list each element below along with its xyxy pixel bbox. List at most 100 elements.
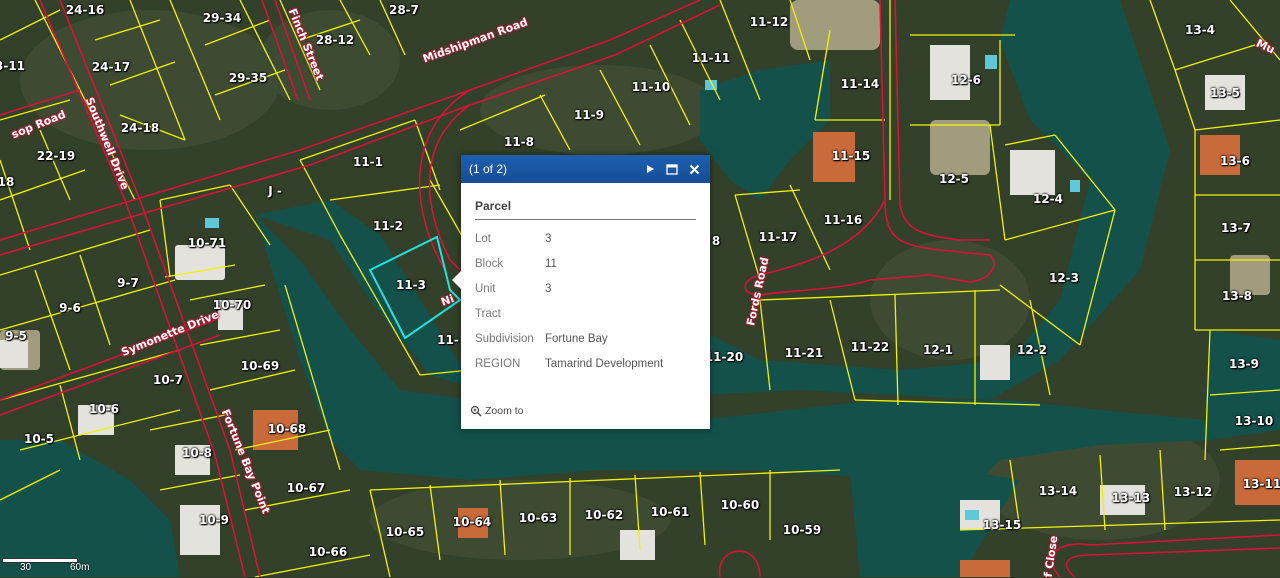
scale-bar: 30 60m (2, 558, 89, 573)
parcel-label: 10-5 (23, 432, 55, 446)
parcel-label: 18 (0, 175, 15, 189)
zoom-to-link[interactable]: Zoom to (470, 405, 524, 417)
parcel-label: 11-2 (372, 219, 404, 233)
parcel-label: 3-11 (0, 59, 26, 73)
attribute-row: REGION Tamarind Development (475, 351, 663, 376)
parcel-label: 10-8 (181, 446, 213, 460)
parcel-label: 24-17 (91, 60, 131, 74)
next-feature-icon[interactable] (642, 161, 658, 177)
parcel-label: 13-4 (1184, 23, 1216, 37)
attribute-key: REGION (475, 357, 521, 370)
parcel-label: 28-7 (388, 3, 420, 17)
attribute-key: Subdivision (475, 332, 534, 345)
attribute-table: Lot 3 Block 11 Unit 3 Tract Subdivision Fort… (475, 226, 663, 376)
parcel-label: 10-9 (198, 513, 230, 527)
parcel-label: J - (268, 184, 282, 198)
parcel-label: 13-15 (982, 518, 1022, 532)
attribute-value: 3 (545, 232, 552, 245)
popup-pointer (452, 271, 461, 289)
attribute-key: Tract (475, 307, 501, 320)
parcel-label: 13-11 (1242, 477, 1280, 491)
parcel-label: 10-69 (240, 359, 280, 373)
parcel-label: 10-6 (88, 402, 120, 416)
popup-section-title: Parcel (475, 199, 696, 220)
parcel-label: 13-6 (1219, 154, 1251, 168)
attribute-row: Tract (475, 301, 663, 326)
parcel-label: 24-18 (120, 121, 160, 135)
attribute-value: Tamarind Development (545, 357, 664, 370)
parcel-label: 13-7 (1220, 221, 1252, 235)
parcel-label: 10-71 (187, 236, 227, 250)
parcel-label: 11-8 (503, 135, 535, 149)
parcel-label: 11-9 (573, 108, 605, 122)
attribute-value (545, 301, 663, 326)
parcel-label: 9-5 (5, 329, 27, 343)
attribute-row: Unit 3 (475, 276, 663, 301)
parcel-label: 10-63 (518, 511, 558, 525)
parcel-label: 12-5 (938, 172, 970, 186)
attribute-key: Unit (475, 282, 496, 295)
parcel-label: 10-65 (385, 525, 425, 539)
zoom-icon (470, 405, 482, 417)
parcel-label: 10-66 (308, 545, 348, 559)
parcel-label: 11-3 (395, 278, 427, 292)
parcel-label: 9-7 (117, 276, 139, 290)
parcel-label: 8 (711, 234, 721, 248)
parcel-label: 11-21 (784, 346, 824, 360)
parcel-label: 11-11 (691, 51, 731, 65)
parcel-label: 11-15 (831, 149, 871, 163)
parcel-label: 11-16 (823, 213, 863, 227)
attribute-value: 11 (545, 257, 557, 270)
parcel-label: 22-19 (36, 149, 76, 163)
parcel-label: 10-7 (152, 373, 184, 387)
parcel-label: 11-10 (631, 80, 671, 94)
parcel-label: 10-62 (584, 508, 624, 522)
parcel-label: 28-12 (315, 33, 355, 47)
popup-counter: (1 of 2) (469, 162, 508, 176)
attribute-row: Subdivision Fortune Bay (475, 326, 663, 351)
parcel-label: 11-22 (850, 340, 890, 354)
parcel-label: 10-61 (650, 505, 690, 519)
parcel-label: 10-67 (286, 481, 326, 495)
zoom-to-label: Zoom to (485, 405, 524, 417)
close-icon[interactable] (686, 161, 702, 177)
parcel-label: 11-1 (352, 155, 384, 169)
parcel-label: 11-14 (840, 77, 880, 91)
parcel-label: 13-9 (1228, 357, 1260, 371)
maximize-icon[interactable] (664, 161, 680, 177)
parcel-label: 12-3 (1048, 271, 1080, 285)
parcel-label: 10-59 (782, 523, 822, 537)
parcel-label: 13-10 (1234, 414, 1274, 428)
parcel-label: 10-64 (452, 515, 492, 529)
parcel-label: 13-14 (1038, 484, 1078, 498)
popup-header: (1 of 2) (461, 155, 710, 183)
parcel-label: 29-35 (228, 71, 268, 85)
scale-bar-line (2, 558, 78, 563)
scale-label-left: 30 (20, 562, 32, 573)
parcel-label: 10-68 (267, 422, 307, 436)
parcel-label: 11-12 (749, 15, 789, 29)
parcel-label: 29-34 (202, 11, 242, 25)
parcel-label: 13-8 (1221, 289, 1253, 303)
parcel-label: 11-20 (704, 350, 744, 364)
parcel-label: 9-6 (59, 301, 81, 315)
parcel-label: 13-13 (1111, 491, 1151, 505)
parcel-label: 12-2 (1016, 343, 1048, 357)
attribute-value: 3 (545, 282, 552, 295)
attribute-row: Block 11 (475, 251, 663, 276)
parcel-label: 12-6 (950, 73, 982, 87)
parcel-label: 24-16 (65, 3, 105, 17)
parcel-label: 10-60 (720, 498, 760, 512)
scale-label-right: 60m (70, 562, 90, 573)
parcel-label: 11-17 (758, 230, 798, 244)
attribute-key: Lot (475, 232, 491, 245)
parcel-label: 13-12 (1173, 485, 1213, 499)
parcel-popup: (1 of 2) Parcel Lot 3 Block 11 Unit 3 Tract… (452, 155, 710, 429)
parcel-label: 13-5 (1209, 86, 1241, 100)
parcel-label: 12-4 (1032, 192, 1064, 206)
parcel-label: 10-70 (212, 298, 252, 312)
attribute-value: Fortune Bay (545, 332, 608, 345)
attribute-row: Lot 3 (475, 226, 663, 251)
parcel-label: 11- (437, 333, 459, 347)
parcel-label: 12-1 (922, 343, 954, 357)
